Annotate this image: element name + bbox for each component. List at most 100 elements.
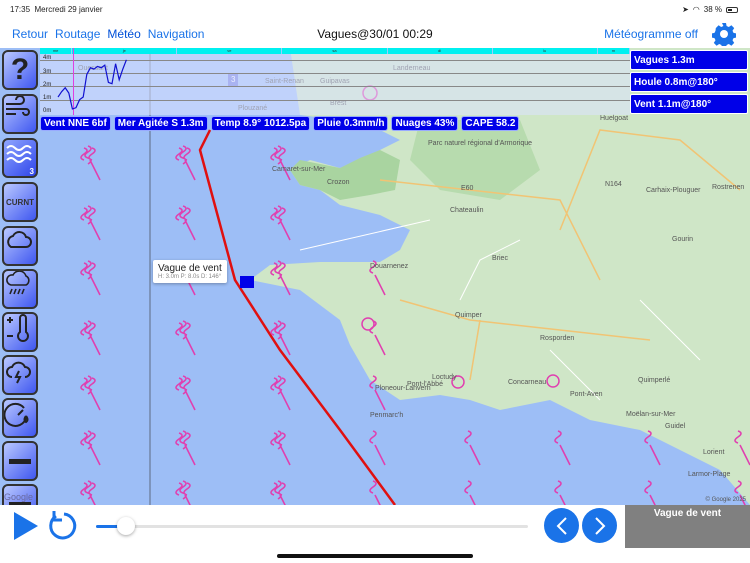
timeline-slider[interactable] [96,517,528,535]
waves-badge: 3 [29,167,34,176]
playback-bar: Vague de vent [0,505,750,563]
location-icon: ➤ [682,5,689,14]
position-marker[interactable] [240,276,254,288]
play-button[interactable] [12,510,40,542]
thermometer-icon [7,314,29,342]
wind-wave-box: Vent 1.1m@180° [630,94,748,114]
wave-symbol [554,480,566,505]
map-place-label: Gourin [672,236,694,243]
map-place-label: Chateaulin [450,207,484,214]
map-place-label: Camaret-sur-Mer [272,166,326,173]
wave-symbol [369,480,381,505]
wave-symbol [80,320,101,356]
info-popup: Vague de vent H: 3.0m P: 8.0s D: 146° [153,260,227,283]
map-place-label: E60 [461,185,474,192]
map-place-label: Guidel [665,423,686,430]
map-place-label: Douarnenez [370,263,409,270]
waves-button[interactable]: 3 [2,138,38,178]
map-place-label: Penmarc'h [370,412,404,419]
wave-symbol [175,375,196,411]
weather-chip: Pluie 0.3mm/h [313,116,389,131]
previous-button[interactable] [544,508,579,543]
current-button[interactable]: CURNT [2,182,38,222]
layer-panel[interactable]: Vague de vent [625,505,750,548]
meteogram-toggle[interactable]: Météogramme off [604,27,698,41]
status-time-date: 17:35 Mercredi 29 janvier [10,5,103,14]
rain-button[interactable] [2,269,38,309]
map-place-label: Lorient [703,449,725,456]
wave-symbol [80,205,101,241]
map-place-label: Loctudy [432,374,457,381]
wave-symbol [270,145,291,181]
wind-icon [6,96,30,116]
nav-navigation[interactable]: Navigation [148,27,205,41]
cloud-button[interactable] [2,226,38,266]
wind-button[interactable] [2,94,38,134]
gauge-icon [4,402,29,427]
map-place-label: Pont-l'Abbé [407,381,443,388]
wave-symbol [175,145,196,181]
meteogram[interactable]: me je ve sa di lu m 4m 3m 2m 1m 0m [40,48,631,115]
help-button[interactable]: ? [2,50,38,90]
map-copyright: © Google 2025 [705,497,746,503]
wave-symbol [270,480,286,505]
wave-symbol [80,375,101,411]
map-place-label: Parc naturel régional d'Armorique [428,140,533,147]
wifi-icon: ◠ [692,5,700,14]
map-place-label: Pont-Aven [570,391,603,398]
wave-symbol [80,480,96,505]
map-place-label: Crozon [327,179,350,186]
zoom-out-button[interactable] [2,441,38,481]
wave-symbol [464,480,476,505]
refresh-button[interactable] [46,509,78,543]
weather-chip: Vent NNE 6bf [40,116,111,131]
nav-meteo[interactable]: Météo [107,27,140,41]
nav-retour[interactable]: Retour [12,27,48,41]
waves-icon [6,145,32,163]
wave-symbol [644,480,656,505]
waves-box: Vagues 1.3m [630,50,748,70]
swell-box: Houle 0.8m@180° [630,72,748,92]
map-place-label: Carhaix-Plouguer [646,187,701,194]
wave-symbol [175,430,196,466]
weather-map[interactable]: OuessantSaint-RenanGuipavasLanderneauPlo… [0,48,750,505]
temperature-button[interactable] [2,312,38,352]
status-indicators: ➤ ◠ 38 % [682,5,738,14]
weather-chip: CAPE 58.2 [461,116,520,131]
gear-icon[interactable] [712,22,736,46]
zoom-in-button[interactable] [2,484,38,505]
wave-symbol [270,205,291,241]
storm-button[interactable] [2,355,38,395]
map-place-label: Rosporden [540,335,575,342]
weather-chip: Mer Agitée S 1.3m [113,116,208,131]
chevron-right-icon [594,516,605,535]
wave-symbol [175,480,191,505]
map-place-label: N164 [605,181,622,188]
chevron-left-icon [556,516,567,535]
map-place-label: Concarneau [508,379,547,386]
cloud-icon [7,231,32,248]
rain-icon [6,271,30,295]
status-bar: 17:35 Mercredi 29 janvier ➤ ◠ 38 % [0,0,750,20]
weather-chip: Nuages 43% [391,116,459,131]
next-button[interactable] [582,508,617,543]
nav-bar: Retour Routage Météo Navigation Vagues@3… [0,20,750,48]
home-indicator [277,554,473,558]
nav-routage[interactable]: Routage [55,27,100,41]
wave-symbol [80,430,101,466]
weather-chip: Temp 8.9° 1012.5pa [210,116,311,131]
map-place-label: Huelgoat [600,115,629,122]
pressure-button[interactable] [2,398,38,438]
popup-title: Vague de vent [158,263,222,274]
wave-height-series [57,59,127,110]
wave-symbol [464,430,481,466]
wave-symbol [270,430,291,466]
map-place-label: Quimper [455,312,482,319]
map-place-label: Larmor-Plage [688,471,731,478]
wave-symbol [554,430,571,466]
timeline-knob[interactable] [117,517,136,535]
popup-detail: H: 3.0m P: 8.0s D: 146° [158,274,222,280]
wave-symbol [80,260,101,296]
map-place-label: Rostrenen [712,184,745,191]
map-place-label: Moëlan-sur-Mer [626,411,676,418]
